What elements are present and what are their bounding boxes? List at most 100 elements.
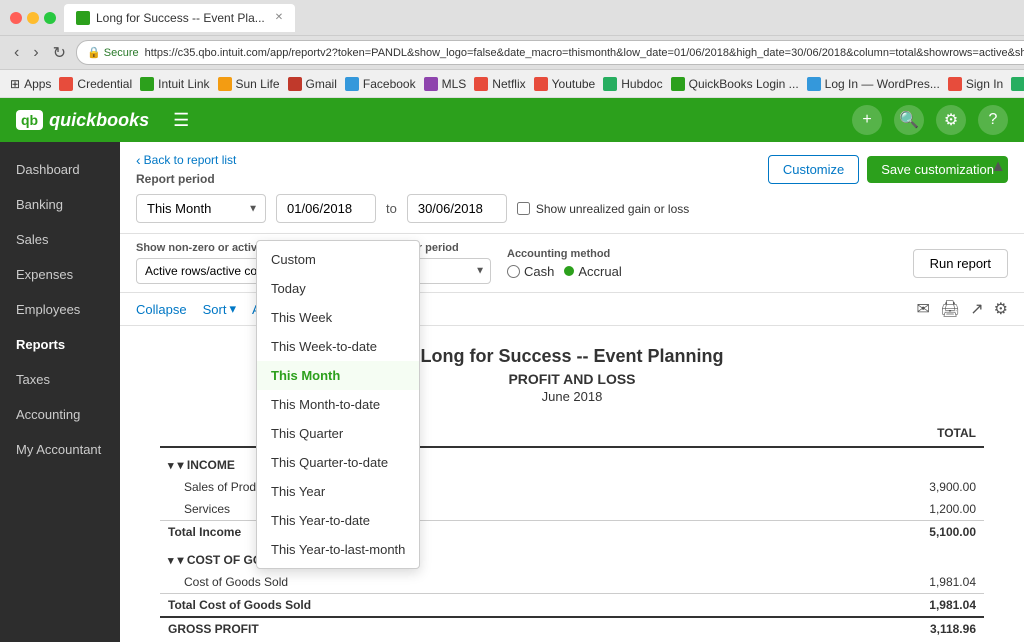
high-date-input[interactable]	[407, 194, 507, 223]
accrual-radio-item[interactable]: Accrual	[564, 264, 621, 279]
services-amount: 1,200.00	[765, 498, 984, 521]
minimize-window-btn[interactable]	[27, 12, 39, 24]
sidebar-item-sales[interactable]: Sales	[0, 222, 120, 257]
dropdown-item-this-year[interactable]: This Year	[257, 477, 419, 506]
bookmark-facebook[interactable]: Facebook	[345, 77, 416, 91]
show-unrealized-label: Show unrealized gain or loss	[536, 202, 689, 216]
bookmark-signin[interactable]: Sign In	[948, 77, 1003, 91]
forward-btn[interactable]: ›	[29, 42, 42, 64]
gross-profit-row: GROSS PROFIT 3,118.96	[160, 617, 984, 640]
settings-icon[interactable]: ⚙	[994, 299, 1008, 319]
total-cogs-amount: 1,981.04	[765, 594, 984, 618]
cash-radio[interactable]	[507, 265, 520, 278]
period-select[interactable]: This Month	[136, 194, 266, 223]
dropdown-item-this-month-to-date[interactable]: This Month-to-date	[257, 390, 419, 419]
dropdown-item-this-week-to-date[interactable]: This Week-to-date	[257, 332, 419, 361]
maximize-window-btn[interactable]	[44, 12, 56, 24]
back-arrow-icon: ‹	[136, 152, 141, 168]
cash-radio-item[interactable]: Cash	[507, 264, 554, 279]
income-collapse-arrow[interactable]: ▾	[168, 460, 174, 472]
browser-tab[interactable]: Long for Success -- Event Pla... ✕	[64, 4, 295, 32]
bookmark-qblogin[interactable]: QuickBooks Login ...	[671, 77, 799, 91]
bookmark-garden[interactable]: Garden Planner	[1011, 77, 1024, 91]
sidebar-item-dashboard[interactable]: Dashboard	[0, 152, 120, 187]
total-income-amount: 5,100.00	[765, 521, 984, 544]
tab-close-icon[interactable]: ✕	[275, 12, 283, 23]
table-row: Cost of Goods Sold 1,981.04	[160, 571, 984, 594]
bookmark-sunlife[interactable]: Sun Life	[218, 77, 280, 91]
dropdown-item-this-month[interactable]: This Month	[257, 361, 419, 390]
dropdown-item-this-week[interactable]: This Week	[257, 303, 419, 332]
sidebar-item-accounting[interactable]: Accounting	[0, 397, 120, 432]
address-bar-row: ‹ › ↻ 🔒 Secure https://c35.qbo.intuit.co…	[0, 36, 1024, 70]
qb-logo-text: quickbooks	[49, 110, 149, 131]
sidebar-item-myaccountant[interactable]: My Accountant	[0, 432, 120, 467]
period-select-wrapper[interactable]: This Month ▼	[136, 194, 266, 223]
reload-btn[interactable]: ↻	[49, 41, 70, 65]
bookmark-intuit-link[interactable]: Intuit Link	[140, 77, 209, 91]
accounting-method-group: Accounting method Cash Accrual	[507, 248, 622, 279]
toolbar-icons: ✉ 🖨 ↗ ⚙	[917, 299, 1008, 319]
services-label: Services	[160, 498, 765, 521]
print-icon[interactable]: 🖨	[940, 299, 960, 319]
sidebar-item-reports[interactable]: Reports	[0, 327, 120, 362]
dropdown-item-custom[interactable]: Custom	[257, 245, 419, 274]
show-unrealized-checkbox[interactable]	[517, 202, 530, 215]
dropdown-item-this-year-to-date[interactable]: This Year-to-date	[257, 506, 419, 535]
dropdown-item-this-quarter[interactable]: This Quarter	[257, 419, 419, 448]
address-bar[interactable]: 🔒 Secure https://c35.qbo.intuit.com/app/…	[76, 40, 1024, 65]
bookmark-hubdoc[interactable]: Hubdoc	[603, 77, 662, 91]
settings-btn[interactable]: ⚙	[936, 105, 966, 135]
window-controls	[10, 12, 56, 24]
cogs-collapse-arrow[interactable]: ▾	[168, 555, 174, 567]
sidebar: Dashboard Banking Sales Expenses Employe…	[0, 142, 120, 642]
run-report-button[interactable]: Run report	[913, 249, 1008, 278]
bookmark-wordpress[interactable]: Log In — WordPres...	[807, 77, 940, 91]
sidebar-item-taxes[interactable]: Taxes	[0, 362, 120, 397]
bookmark-mls[interactable]: MLS	[424, 77, 467, 91]
collapse-panel-button[interactable]: ▲	[982, 150, 1014, 184]
export-icon[interactable]: ↗	[970, 299, 983, 319]
dropdown-item-today[interactable]: Today	[257, 274, 419, 303]
email-icon[interactable]: ✉	[917, 299, 930, 319]
report-period-bar: ‹ Back to report list Report period Cust…	[120, 142, 1024, 234]
back-to-report-list-link[interactable]: ‹ Back to report list	[136, 152, 236, 168]
secure-badge: 🔒 Secure	[87, 46, 139, 59]
table-header-total: TOTAL	[765, 420, 984, 447]
help-btn[interactable]: ?	[978, 105, 1008, 135]
collapse-link[interactable]: Collapse	[136, 302, 187, 317]
add-btn[interactable]: +	[852, 105, 882, 135]
cogs-item-label: Cost of Goods Sold	[160, 571, 765, 594]
hamburger-icon[interactable]: ☰	[173, 110, 189, 131]
qb-logo-icon: qb	[16, 110, 43, 130]
search-btn[interactable]: 🔍	[894, 105, 924, 135]
sidebar-item-employees[interactable]: Employees	[0, 292, 120, 327]
customize-button[interactable]: Customize	[768, 155, 859, 184]
gross-profit-amount: 3,118.96	[765, 617, 984, 640]
content-area: ‹ Back to report list Report period Cust…	[120, 142, 1024, 642]
dropdown-item-this-quarter-to-date[interactable]: This Quarter-to-date	[257, 448, 419, 477]
topnav-right: + 🔍 ⚙ ?	[852, 105, 1008, 135]
low-date-input[interactable]	[276, 194, 376, 223]
dropdown-item-this-year-to-last-month[interactable]: This Year-to-last-month	[257, 535, 419, 564]
bookmark-apps[interactable]: ⊞ Apps	[10, 77, 51, 91]
bookmark-netflix[interactable]: Netflix	[474, 77, 525, 91]
main-area: Dashboard Banking Sales Expenses Employe…	[0, 142, 1024, 642]
show-unrealized-checkbox-row: Show unrealized gain or loss	[517, 202, 689, 216]
sidebar-item-banking[interactable]: Banking	[0, 187, 120, 222]
gross-profit-label: GROSS PROFIT	[160, 617, 765, 640]
bookmark-gmail[interactable]: Gmail	[288, 77, 337, 91]
sidebar-item-expenses[interactable]: Expenses	[0, 257, 120, 292]
to-label: to	[386, 201, 397, 216]
sales-product-amount: 3,900.00	[765, 476, 984, 498]
cash-label: Cash	[524, 264, 554, 279]
bookmark-credential[interactable]: Credential	[59, 77, 132, 91]
tab-title: Long for Success -- Event Pla...	[96, 11, 265, 25]
accrual-dot-icon	[564, 266, 574, 276]
bookmark-youtube[interactable]: Youtube	[534, 77, 596, 91]
sort-button[interactable]: Sort ▾	[203, 301, 236, 317]
back-btn[interactable]: ‹	[10, 42, 23, 64]
close-window-btn[interactable]	[10, 12, 22, 24]
sales-product-label: Sales of Product Income	[160, 476, 765, 498]
browser-chrome: Long for Success -- Event Pla... ✕	[0, 0, 1024, 36]
